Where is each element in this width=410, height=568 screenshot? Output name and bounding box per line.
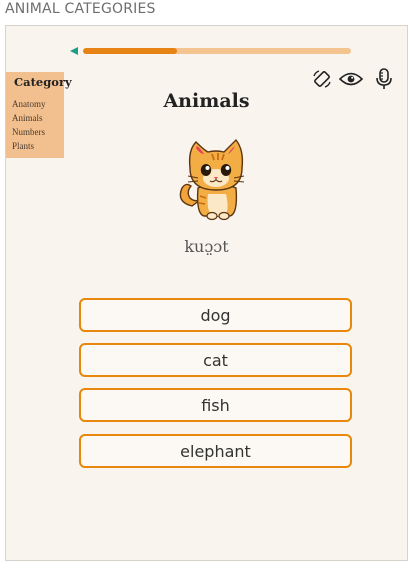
answer-option-fish[interactable]: fish bbox=[79, 388, 352, 422]
rotate-icon[interactable] bbox=[311, 68, 333, 90]
progress-fill bbox=[83, 48, 177, 54]
flashcard-panel: Category Anatomy Animals Numbers Plants … bbox=[5, 25, 408, 561]
answer-option-dog[interactable]: dog bbox=[79, 298, 352, 332]
word-title: Animals bbox=[163, 90, 250, 112]
progress-bar bbox=[83, 48, 351, 54]
back-arrow-icon[interactable] bbox=[69, 46, 79, 56]
category-panel: Category Anatomy Animals Numbers Plants bbox=[6, 72, 72, 158]
category-item-animals[interactable]: Animals bbox=[12, 111, 64, 125]
category-item-numbers[interactable]: Numbers bbox=[12, 125, 64, 139]
category-item-plants[interactable]: Plants bbox=[12, 139, 64, 153]
pronunciation-text: kuɔ̤ɔt bbox=[184, 237, 229, 256]
answer-option-elephant[interactable]: elephant bbox=[79, 434, 352, 468]
cat-illustration bbox=[179, 138, 245, 221]
app-title: ANIMAL CATEGORIES bbox=[5, 1, 156, 17]
category-title: Category bbox=[14, 75, 72, 89]
answer-option-cat[interactable]: cat bbox=[79, 343, 352, 377]
microphone-icon[interactable] bbox=[373, 68, 395, 90]
eye-icon[interactable] bbox=[339, 68, 363, 90]
